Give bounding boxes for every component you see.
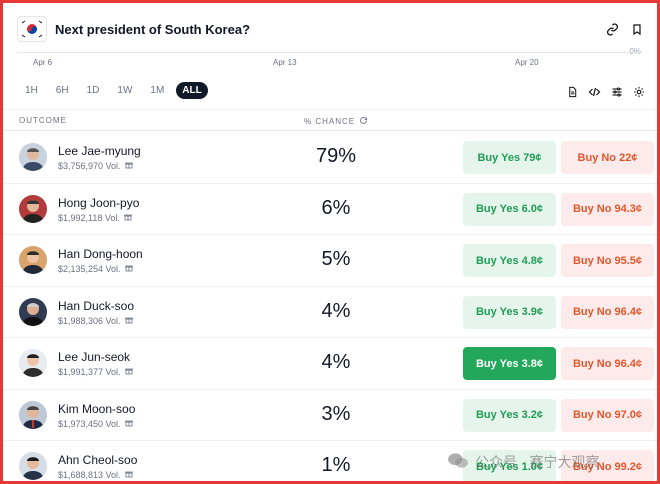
buy-no-button[interactable]: Buy No 95.5¢ [561,244,654,277]
outcome-row: Han Dong-hoon $2,135,254 Vol. 5% Buy Yes… [3,235,657,287]
range-1w[interactable]: 1W [111,82,138,99]
link-icon[interactable] [606,22,619,36]
gift-icon [124,316,133,326]
volume-value: $1,992,118 Vol. [58,212,120,223]
time-range-selector: 1H 6H 1D 1W 1M ALL [19,82,208,99]
outcome-row: Han Duck-soo $1,988,306 Vol. 4% Buy Yes … [3,287,657,338]
volume-text: $1,688,813 Vol. [58,470,133,480]
chance-value: 3% [321,402,351,425]
buy-yes-button[interactable]: Buy Yes 4.8¢ [463,244,556,277]
outcome-column-header: OUTCOME [19,116,67,125]
south-korea-flag-icon [17,16,47,42]
volume-text: $1,991,377 Vol. [58,367,133,377]
avatar [19,452,47,480]
gear-icon[interactable] [633,85,645,103]
chart-tools [567,85,645,103]
embed-code-icon[interactable] [588,85,601,103]
market-header: Next president of South Korea? [17,15,643,43]
range-1h[interactable]: 1H [19,82,44,99]
range-6h[interactable]: 6H [50,82,75,99]
watermark: 公众号 · 赛宁大观察 [447,450,599,474]
market-title: Next president of South Korea? [55,21,251,37]
volume-text: $2,135,254 Vol. [58,264,133,274]
chart-date-axis: Apr 6 Apr 13 Apr 20 [3,58,657,72]
outcome-row: Hong Joon-pyo $1,992,118 Vol. 6% Buy Yes… [3,184,657,235]
date-tick: Apr 20 [515,58,539,67]
gift-icon [124,161,133,171]
gift-icon [124,419,133,429]
volume-text: $1,992,118 Vol. [58,213,132,223]
chance-value: 79% [315,145,357,167]
gift-icon [124,213,132,223]
chance-column-label: % CHANCE [304,117,356,126]
volume-text: $1,988,306 Vol. [58,316,133,326]
candidate-name: Han Dong-hoon [58,247,143,261]
gift-icon [124,470,133,480]
chart-baseline [17,52,643,53]
candidate-name: Lee Jae-myung [58,144,141,158]
volume-value: $1,688,813 Vol. [58,470,121,480]
buy-no-button[interactable]: Buy No 94.3¢ [561,192,654,226]
watermark-text: 公众号 · 赛宁大观察 [475,454,600,470]
buy-yes-button[interactable]: Buy Yes 3.8¢ [463,347,556,380]
sliders-icon[interactable] [611,85,623,103]
chance-value: 1% [321,454,351,476]
gift-icon [124,367,133,377]
bookmark-icon[interactable] [631,23,643,36]
candidate-name: Han Duck-soo [58,298,135,313]
buy-yes-button[interactable]: Buy Yes 3.9¢ [463,295,556,329]
candidate-name: Kim Moon-soo [58,401,136,416]
volume-value: $1,988,306 Vol. [58,315,121,326]
volume-text: $3,756,970 Vol. [58,161,133,171]
wechat-icon [447,452,469,473]
avatar [19,297,47,326]
buy-yes-button[interactable]: Buy Yes 79¢ [463,141,556,174]
outcome-row: Kim Moon-soo $1,973,450 Vol. 3% Buy Yes … [3,390,657,441]
volume-value: $2,135,254 Vol. [58,264,121,274]
date-tick: Apr 13 [273,58,297,67]
outcome-row: Lee Jun-seok $1,991,377 Vol. 4% Buy Yes … [3,338,657,390]
buy-no-button[interactable]: Buy No 22¢ [561,141,654,174]
avatar [19,143,47,171]
candidate-name: Hong Joon-pyo [58,195,140,210]
avatar [19,194,47,223]
avatar [19,246,47,274]
market-frame: Next president of South Korea? 0% Apr 6 … [0,0,660,484]
candidate-name: Ahn Cheol-soo [58,453,138,467]
buy-yes-button[interactable]: Buy Yes 3.2¢ [463,398,556,432]
avatar [19,400,47,429]
refresh-icon[interactable] [359,116,368,127]
range-all[interactable]: ALL [176,82,208,99]
chance-value: 5% [321,248,351,270]
candidate-name: Lee Jun-seok [58,350,131,364]
outcome-row: Lee Jae-myung $3,756,970 Vol. 79% Buy Ye… [3,132,657,184]
buy-yes-button[interactable]: Buy Yes 6.0¢ [463,192,556,226]
avatar [19,349,47,377]
date-tick: Apr 6 [33,58,53,67]
range-1m[interactable]: 1M [144,82,170,99]
chance-column-header: % CHANCE [304,116,368,127]
buy-no-button[interactable]: Buy No 96.4¢ [561,295,654,329]
volume-value: $1,973,450 Vol. [58,418,121,429]
volume-value: $3,756,970 Vol. [58,161,121,171]
document-icon[interactable] [567,85,578,103]
gift-icon [124,264,133,274]
volume-value: $1,991,377 Vol. [58,367,121,377]
chance-value: 6% [321,196,351,219]
outcome-list: Lee Jae-myung $3,756,970 Vol. 79% Buy Ye… [3,132,657,481]
range-1d[interactable]: 1D [81,82,106,99]
table-header: OUTCOME % CHANCE [3,109,657,131]
chance-value: 4% [321,299,351,322]
chance-value: 4% [321,351,351,373]
buy-no-button[interactable]: Buy No 96.4¢ [561,347,654,380]
volume-text: $1,973,450 Vol. [58,419,133,429]
buy-no-button[interactable]: Buy No 97.0¢ [561,398,654,432]
